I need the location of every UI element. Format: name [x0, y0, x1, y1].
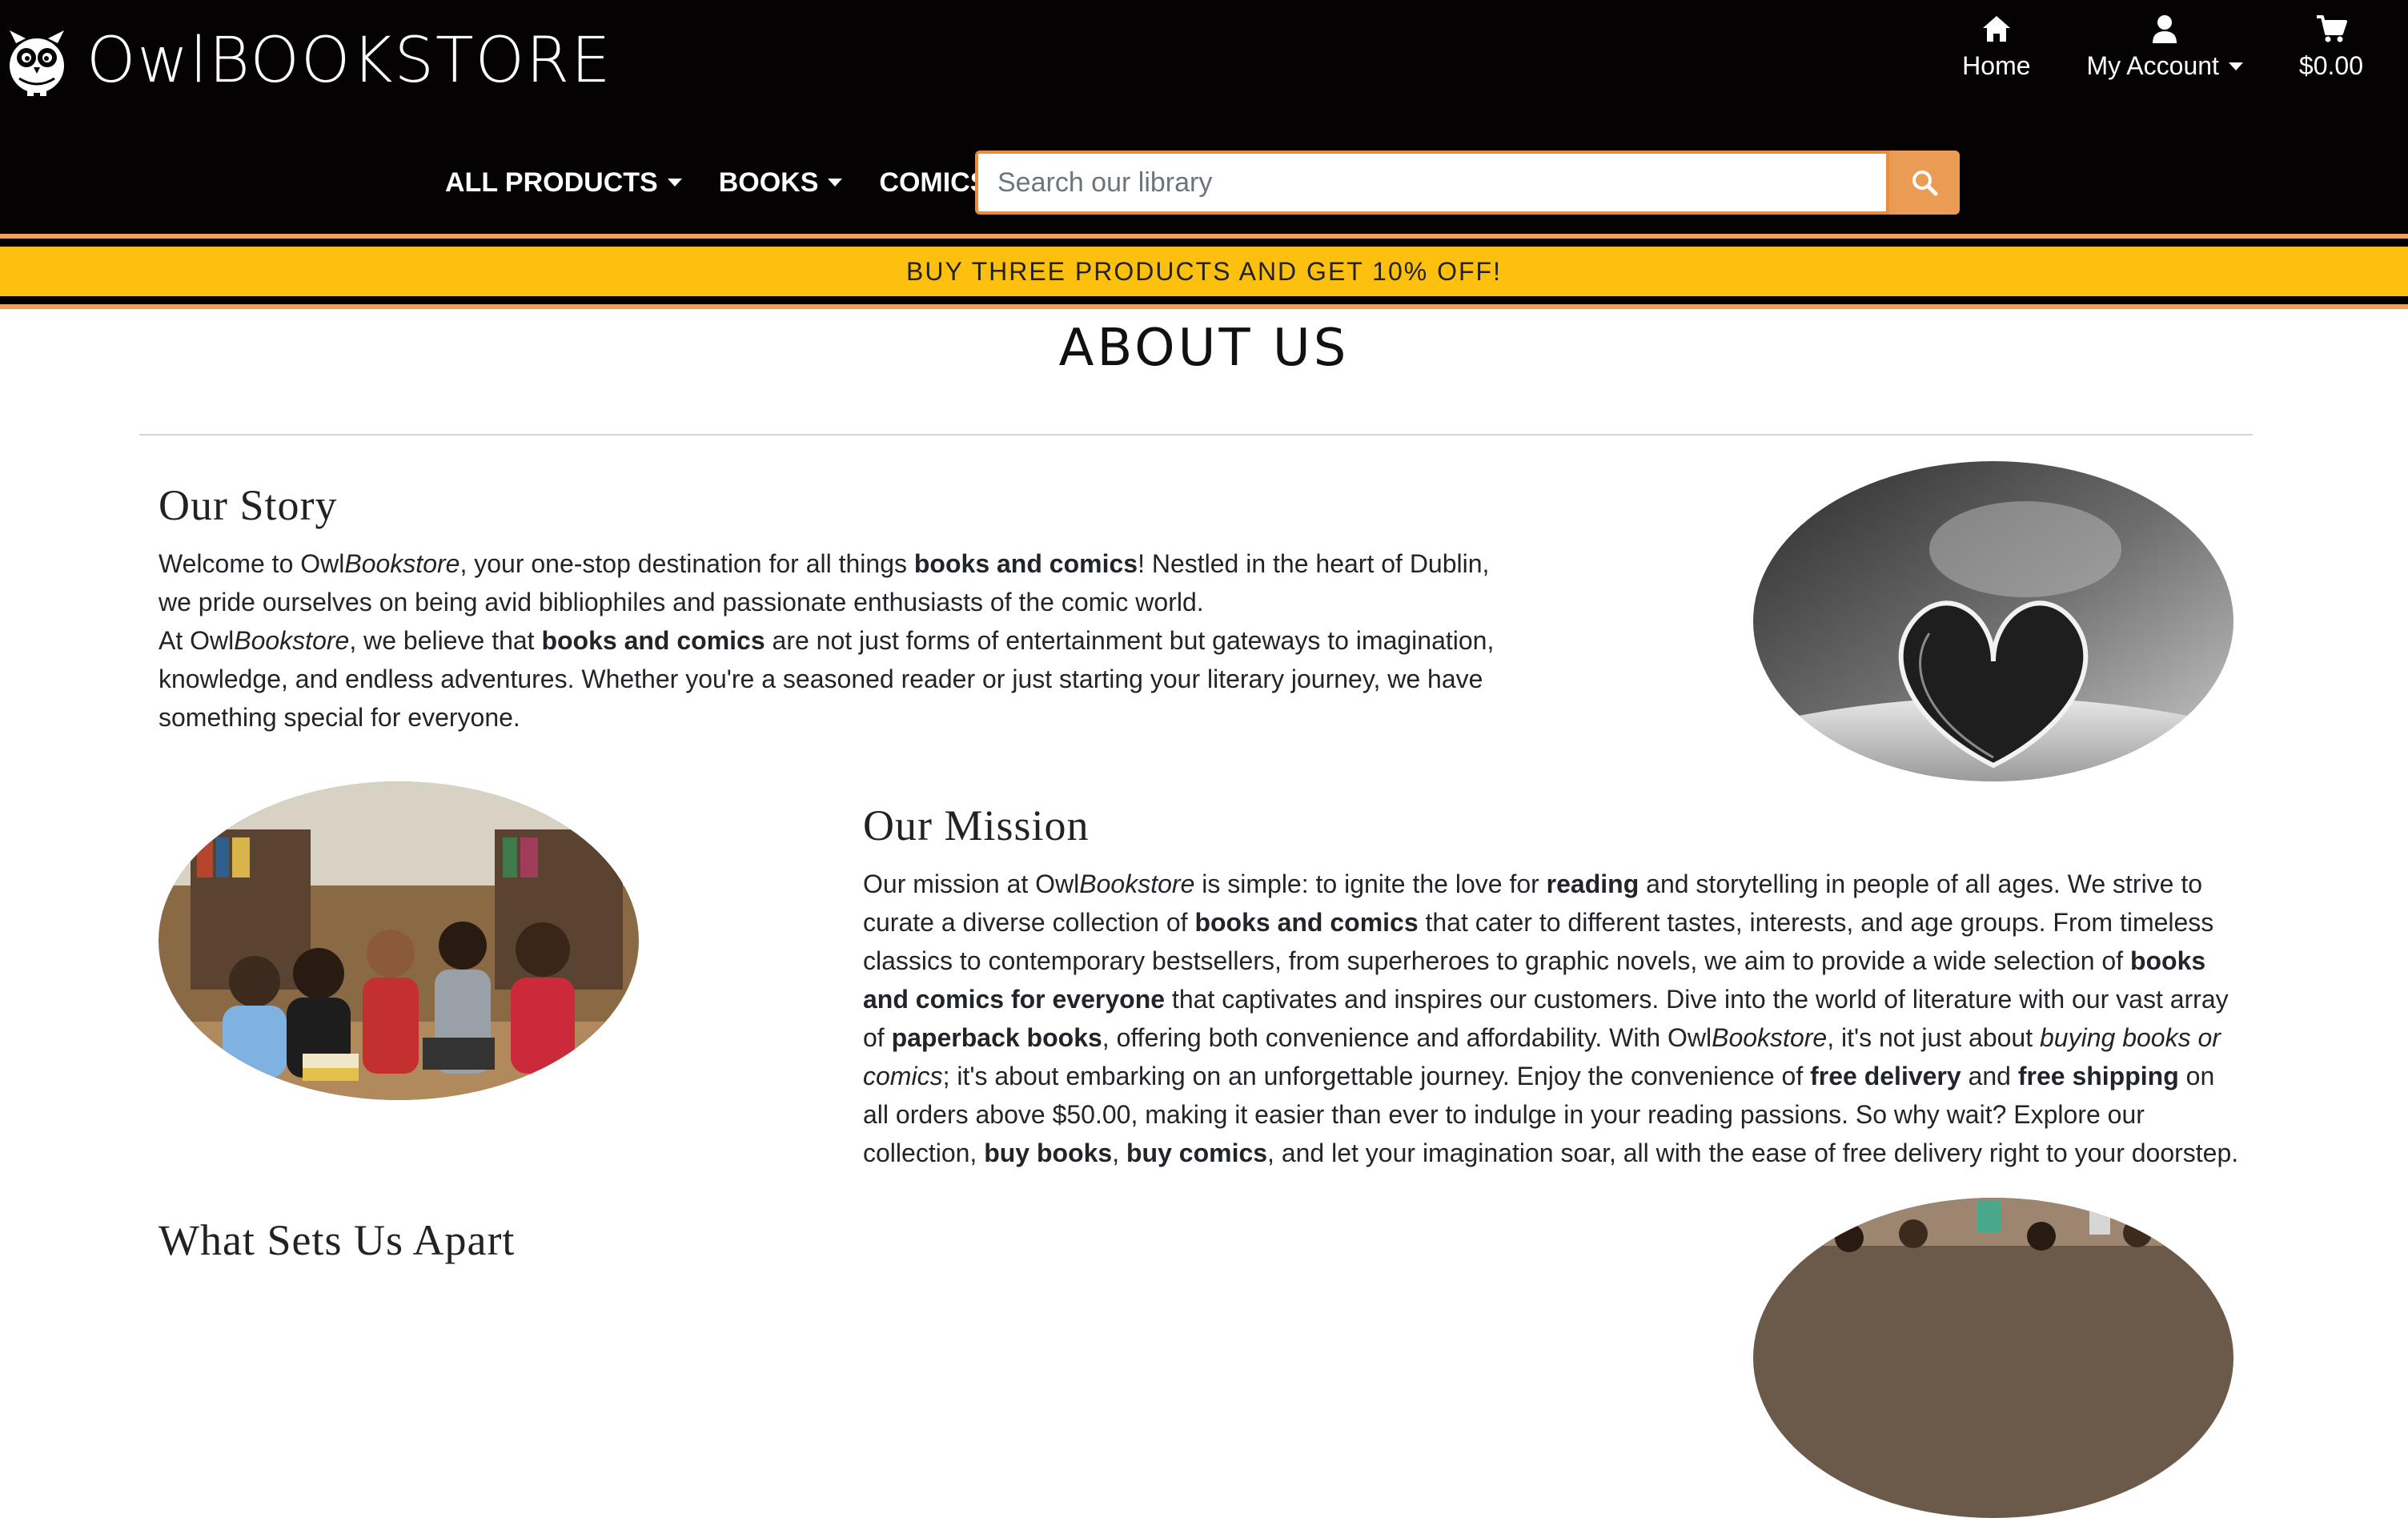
- students-celebrating-image: [159, 781, 639, 1100]
- nav-books-label: BOOKS: [718, 167, 819, 198]
- site-logo[interactable]: OwlBOOKSTORE: [5, 22, 612, 99]
- chevron-down-icon: [828, 179, 843, 187]
- promo-stripe: [0, 239, 2408, 247]
- nav-all-products-dropdown[interactable]: ALL PRODUCTS: [445, 167, 682, 199]
- main-nav: ALL PRODUCTS BOOKS COMICS: [445, 151, 1013, 215]
- mission-paragraph: Our mission at OwlBookstore is simple: t…: [863, 869, 2239, 1167]
- page-title: ABOUT US: [1058, 319, 1350, 378]
- story-paragraph-1: Welcome to OwlBookstore, your one-stop d…: [159, 549, 1490, 616]
- chevron-down-icon: [667, 179, 682, 187]
- site-header: OwlBOOKSTORE Home My Account $0.00 ALL P…: [0, 0, 2408, 234]
- nav-all-products-label: ALL PRODUCTS: [445, 167, 658, 198]
- nav-comics-label: COMICS: [879, 167, 989, 198]
- nav-home-link[interactable]: Home: [1962, 13, 2031, 81]
- promo-banner: BUY THREE PRODUCTS AND GET 10% OFF!: [0, 247, 2408, 296]
- cart-total: $0.00: [2298, 51, 2363, 80]
- apart-image: [1753, 1198, 2233, 1518]
- mission-text: Our mission at OwlBookstore is simple: t…: [863, 865, 2240, 1172]
- nav-books-dropdown[interactable]: BOOKS: [719, 167, 843, 199]
- search-button[interactable]: [1889, 151, 1960, 215]
- nav-home-label: Home: [1962, 51, 2031, 80]
- story-paragraph-2: At OwlBookstore, we believe that books a…: [159, 626, 1495, 732]
- account-label-text: My Account: [2086, 51, 2219, 80]
- logo-text: OwlBOOKSTORE: [86, 25, 612, 97]
- search-input[interactable]: [975, 151, 1889, 215]
- search-icon: [1912, 171, 1938, 196]
- apart-title: What Sets Us Apart: [159, 1216, 516, 1264]
- story-title: Our Story: [159, 481, 338, 529]
- title-divider: [139, 434, 2253, 436]
- nav-account-label: My Account: [2087, 51, 2243, 81]
- promo-text: BUY THREE PRODUCTS AND GET 10% OFF!: [906, 256, 1502, 286]
- chevron-down-icon: [2228, 62, 2243, 70]
- top-nav: Home My Account $0.00: [1906, 13, 2363, 81]
- mission-title: Our Mission: [863, 801, 1090, 849]
- promo-stripe: [0, 304, 2408, 309]
- user-icon: [2149, 13, 2181, 45]
- nav-account-dropdown[interactable]: My Account: [2087, 13, 2243, 81]
- home-icon: [1981, 13, 2013, 45]
- nav-cart-link[interactable]: $0.00: [2299, 13, 2363, 81]
- story-text: Welcome to OwlBookstore, your one-stop d…: [159, 544, 1503, 737]
- owl-logo-icon: [10, 30, 64, 96]
- promo-stripe: [0, 296, 2408, 304]
- cart-icon: [2315, 13, 2347, 45]
- book-heart-image: [1753, 461, 2233, 781]
- search-bar: [975, 151, 1960, 215]
